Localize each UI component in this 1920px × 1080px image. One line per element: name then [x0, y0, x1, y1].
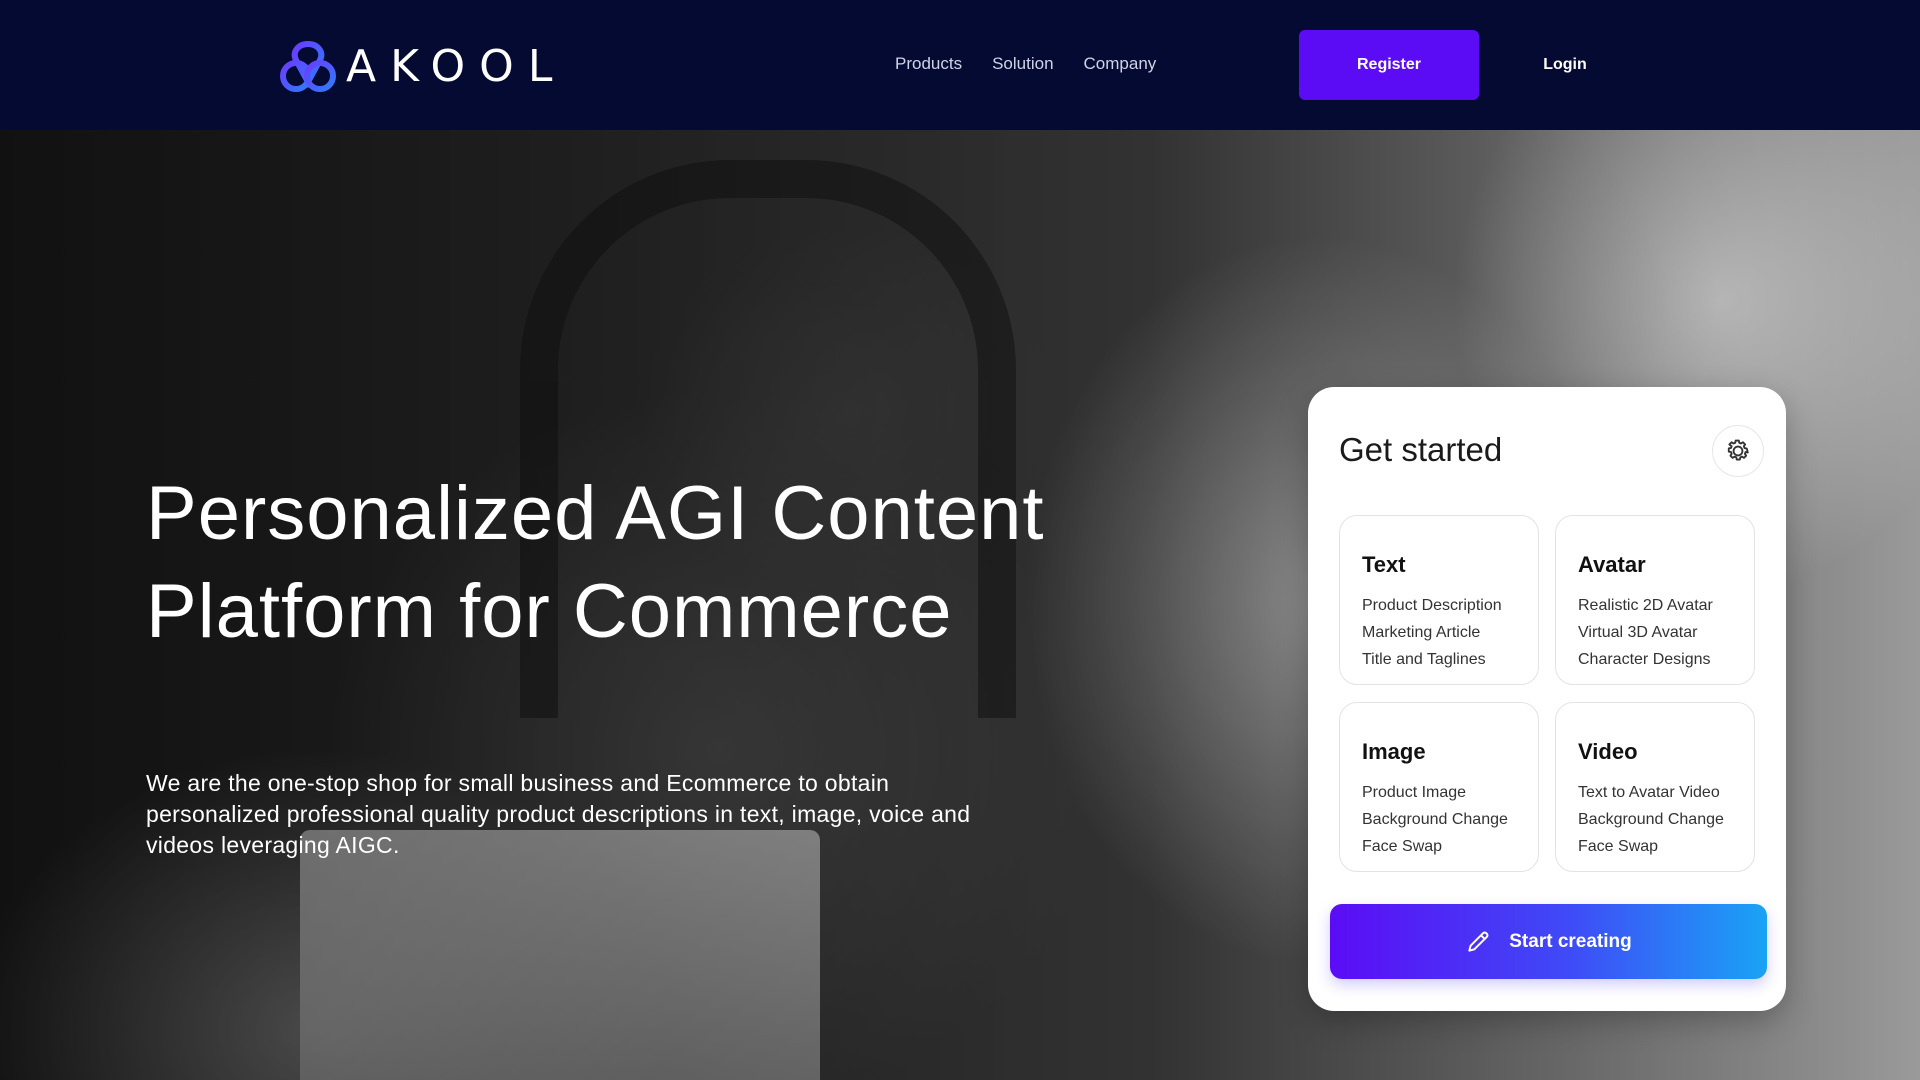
gear-icon	[1727, 439, 1749, 461]
tile-feature: Realistic 2D Avatar	[1578, 597, 1713, 614]
tile-image[interactable]: Image Product Image Background Change Fa…	[1339, 702, 1539, 872]
tile-feature: Background Change	[1362, 811, 1508, 828]
tile-feature: Marketing Article	[1362, 624, 1481, 641]
hero-headline-line1: Personalized AGI Content	[146, 471, 1045, 556]
nav-item-solution[interactable]: Solution	[992, 54, 1053, 74]
tile-feature: Virtual 3D Avatar	[1578, 624, 1698, 641]
tile-feature-list: Text to Avatar Video Background Change F…	[1578, 779, 1724, 860]
get-started-card: Get started Text Product Description Mar…	[1308, 387, 1786, 1011]
tile-feature: Product Image	[1362, 784, 1467, 801]
settings-button[interactable]	[1712, 425, 1764, 477]
register-button[interactable]: Register	[1299, 30, 1479, 100]
tile-title: Video	[1578, 739, 1638, 764]
login-button[interactable]: Login	[1520, 30, 1610, 100]
card-title: Get started	[1339, 431, 1503, 468]
hero-headline-line2: Platform for Commerce	[146, 569, 953, 654]
start-creating-button[interactable]: Start creating	[1330, 904, 1767, 979]
pencil-icon	[1468, 931, 1489, 952]
tile-feature-list: Product Description Marketing Article Ti…	[1362, 592, 1502, 673]
akool-logo[interactable]: AKOOL	[278, 38, 566, 94]
tile-feature: Face Swap	[1578, 838, 1659, 855]
tile-video[interactable]: Video Text to Avatar Video Background Ch…	[1555, 702, 1755, 872]
tile-feature: Text to Avatar Video	[1578, 784, 1720, 801]
top-nav-bar: AKOOL Products Solution Company Register…	[0, 0, 1920, 130]
nav-item-products[interactable]: Products	[895, 54, 962, 74]
tile-feature-list: Realistic 2D Avatar Virtual 3D Avatar Ch…	[1578, 592, 1713, 673]
tile-title: Avatar	[1578, 552, 1646, 577]
akool-logo-mark-icon	[280, 40, 336, 92]
tile-feature: Face Swap	[1362, 838, 1443, 855]
main-nav: Products Solution Company	[895, 54, 1156, 74]
brand-name: AKOOL	[346, 40, 567, 92]
hero-headline: Personalized AGI Content Platform for Co…	[146, 465, 1046, 661]
start-creating-label: Start creating	[1509, 930, 1632, 952]
tile-title: Text	[1362, 552, 1406, 577]
tile-feature: Title and Taglines	[1362, 651, 1486, 668]
hero-subtext: We are the one-stop shop for small busin…	[146, 770, 971, 858]
tile-feature: Background Change	[1578, 811, 1724, 828]
tile-feature: Character Designs	[1578, 651, 1711, 668]
tile-avatar[interactable]: Avatar Realistic 2D Avatar Virtual 3D Av…	[1555, 515, 1755, 685]
tile-feature-list: Product Image Background Change Face Swa…	[1362, 779, 1508, 860]
nav-item-company[interactable]: Company	[1084, 54, 1157, 74]
tile-feature: Product Description	[1362, 597, 1502, 614]
tile-text[interactable]: Text Product Description Marketing Artic…	[1339, 515, 1539, 685]
tile-title: Image	[1362, 739, 1426, 764]
